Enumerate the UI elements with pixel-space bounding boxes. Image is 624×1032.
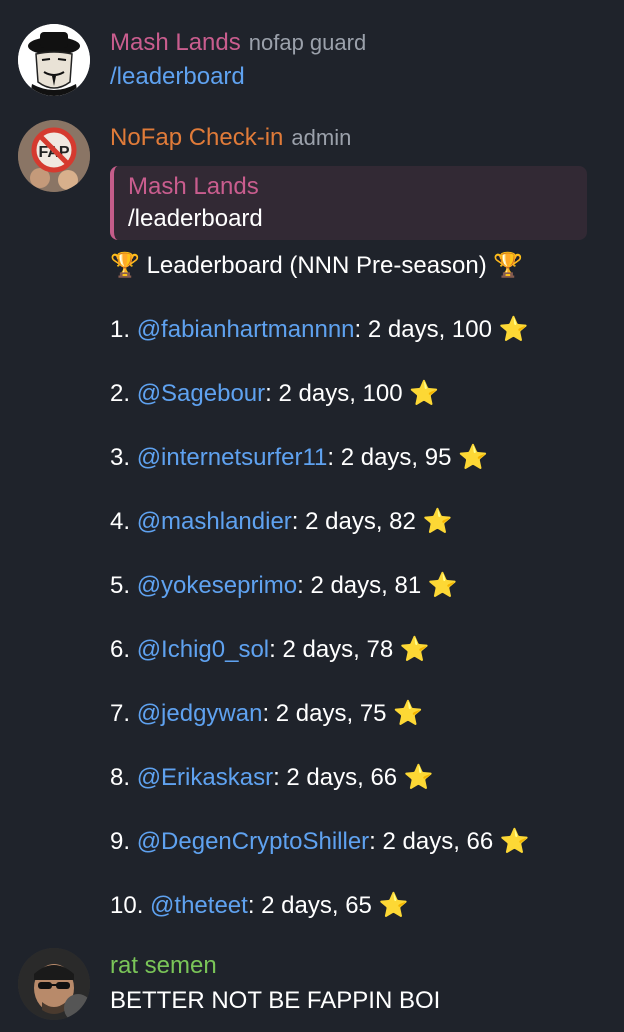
rank: 6.	[110, 636, 131, 663]
message-nofap-checkin: FAP NoFap Check-in admin Mash Lands /lead…	[0, 0, 624, 930]
user-mention-link[interactable]: @jedgywan	[137, 700, 263, 727]
star-icon: ⭐	[427, 571, 458, 599]
message-text: BETTER NOT BE FAPPIN BOI	[110, 987, 441, 1014]
rank: 7.	[110, 700, 131, 727]
row-stats: : 2 days, 82	[291, 508, 416, 535]
star-icon: ⭐	[422, 507, 453, 535]
trophy-icon: 🏆	[493, 251, 524, 279]
row-stats: : 2 days, 66	[273, 764, 398, 791]
user-mention-link[interactable]: @DegenCryptoShiller	[137, 828, 369, 855]
sender-name[interactable]: NoFap Check-in	[110, 124, 283, 151]
leaderboard-row: 3. @internetsurfer11: 2 days, 95 ⭐	[110, 442, 488, 473]
leaderboard-row: 5. @yokeseprimo: 2 days, 81 ⭐	[110, 570, 458, 601]
reply-quote[interactable]: Mash Lands /leaderboard	[110, 166, 587, 240]
leaderboard-row: 4. @mashlandier: 2 days, 82 ⭐	[110, 506, 452, 537]
user-mention-link[interactable]: @Ichig0_sol	[137, 636, 269, 663]
user-mention-link[interactable]: @mashlandier	[137, 508, 292, 535]
leaderboard-row: 1. @fabianhartmannnn: 2 days, 100 ⭐	[110, 314, 529, 345]
rank: 8.	[110, 764, 131, 791]
sender-role: admin	[291, 125, 352, 150]
row-stats: : 2 days, 81	[297, 572, 422, 599]
reply-text: /leaderboard	[128, 205, 263, 232]
rank: 9.	[110, 828, 131, 855]
reply-sender: Mash Lands	[128, 173, 259, 200]
man-with-sunglasses-avatar[interactable]	[18, 948, 90, 1020]
sender-name[interactable]: rat semen	[110, 952, 217, 979]
user-mention-link[interactable]: @Sagebour	[137, 380, 265, 407]
row-stats: : 2 days, 95	[327, 444, 452, 471]
star-icon: ⭐	[409, 379, 440, 407]
star-icon: ⭐	[399, 635, 430, 663]
sender-line: NoFap Check-in admin	[110, 123, 351, 153]
rank: 4.	[110, 508, 131, 535]
user-mention-link[interactable]: @theteet	[150, 892, 248, 919]
leaderboard-row: 10. @theteet: 2 days, 65 ⭐	[110, 890, 408, 921]
leaderboard-row: 8. @Erikaskasr: 2 days, 66 ⭐	[110, 762, 434, 793]
sender-line: rat semen	[110, 951, 225, 981]
leaderboard-title-text: Leaderboard (NNN Pre-season)	[146, 252, 487, 279]
star-icon: ⭐	[393, 699, 424, 727]
star-icon: ⭐	[498, 315, 529, 343]
star-icon: ⭐	[499, 827, 530, 855]
leaderboard-row: 2. @Sagebour: 2 days, 100 ⭐	[110, 378, 439, 409]
rank: 2.	[110, 380, 131, 407]
row-stats: : 2 days, 100	[354, 316, 492, 343]
user-mention-link[interactable]: @internetsurfer11	[137, 444, 328, 471]
leaderboard-row: 6. @Ichig0_sol: 2 days, 78 ⭐	[110, 634, 430, 665]
row-stats: : 2 days, 78	[269, 636, 394, 663]
no-fap-sign-avatar[interactable]: FAP	[18, 120, 90, 192]
star-icon: ⭐	[403, 763, 434, 791]
leaderboard-title: 🏆 Leaderboard (NNN Pre-season) 🏆	[110, 250, 523, 281]
user-mention-link[interactable]: @fabianhartmannnn	[137, 316, 355, 343]
row-stats: : 2 days, 75	[262, 700, 387, 727]
star-icon: ⭐	[378, 891, 409, 919]
trophy-icon: 🏆	[110, 251, 140, 279]
row-stats: : 2 days, 65	[247, 892, 372, 919]
star-icon: ⭐	[458, 443, 489, 471]
rank: 3.	[110, 444, 131, 471]
row-stats: : 2 days, 100	[265, 380, 403, 407]
rank: 1.	[110, 316, 131, 343]
rank: 5.	[110, 572, 131, 599]
leaderboard-row: 9. @DegenCryptoShiller: 2 days, 66 ⭐	[110, 826, 530, 857]
rank: 10.	[110, 892, 144, 919]
row-stats: : 2 days, 66	[369, 828, 494, 855]
user-mention-link[interactable]: @yokeseprimo	[137, 572, 297, 599]
leaderboard-row: 7. @jedgywan: 2 days, 75 ⭐	[110, 698, 423, 729]
user-mention-link[interactable]: @Erikaskasr	[137, 764, 273, 791]
